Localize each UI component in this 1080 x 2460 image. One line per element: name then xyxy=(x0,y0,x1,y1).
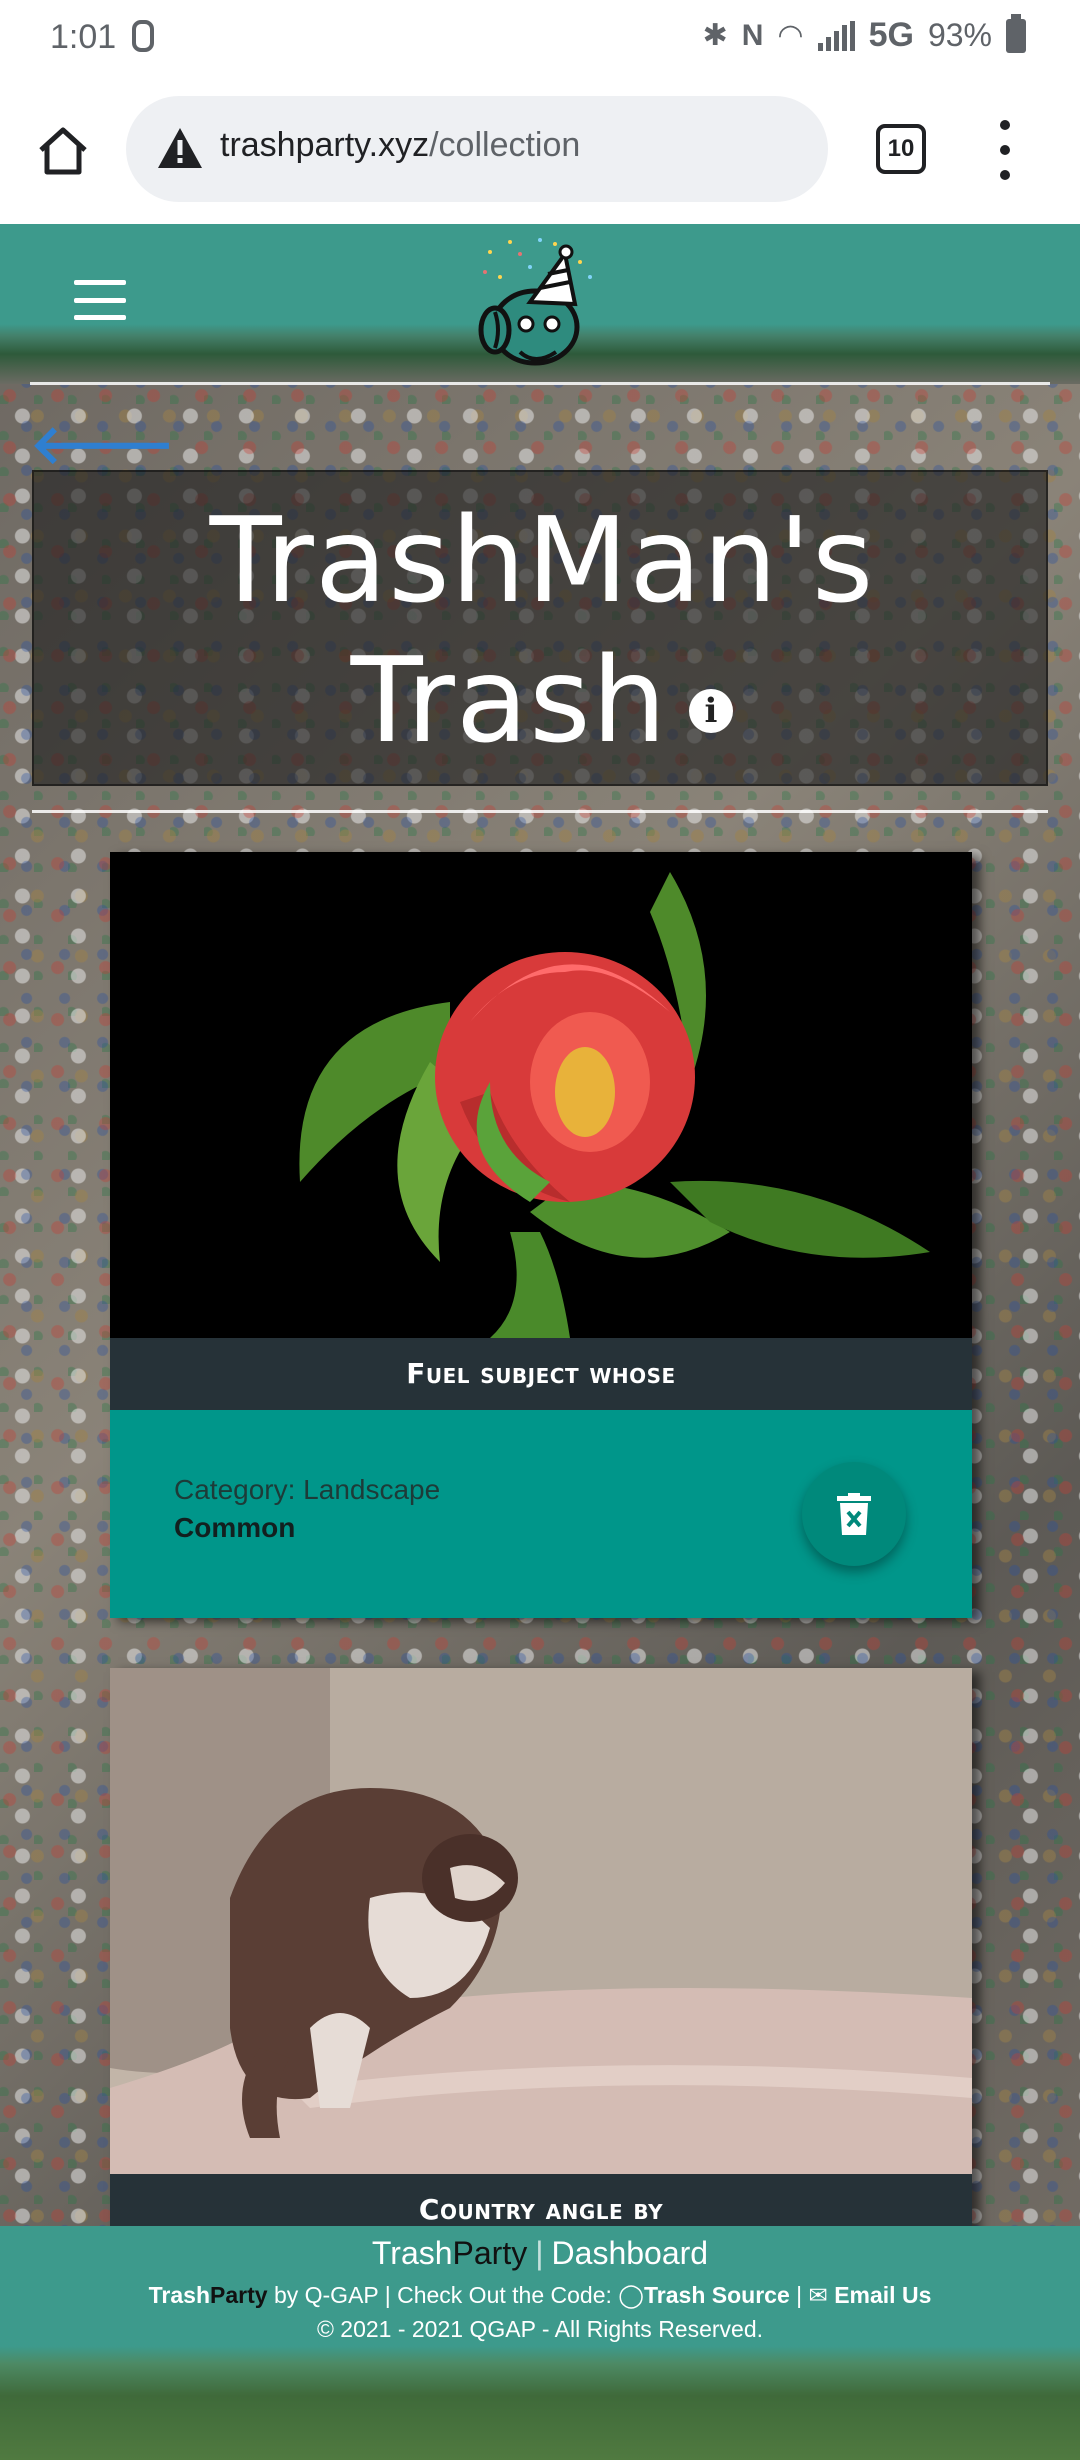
page-content: 🡐 TrashMan's Trash i Fuel subject whose … xyxy=(0,224,1080,2460)
footer-credits: TrashParty by Q-GAP | Check Out the Code… xyxy=(148,2282,932,2308)
footer-by-trash: Trash xyxy=(148,2282,211,2308)
card-image-flower[interactable] xyxy=(110,852,972,1338)
footer-copyright: © 2021 - 2021 QGAP - All Rights Reserved… xyxy=(316,2316,764,2342)
site-footer: TrashParty | Dashboard TrashParty by Q-GAP… xyxy=(0,2226,1080,2460)
home-button[interactable] xyxy=(30,118,96,184)
browser-toolbar: trashparty.xyz/collection 10 xyxy=(0,76,1080,224)
trash-card: Fuel subject whose Category: Landscape C… xyxy=(110,852,972,1618)
network-type: 5G xyxy=(868,16,914,54)
tab-switcher-button[interactable]: 10 xyxy=(876,124,926,174)
status-bar: 1:01 ✱ N ◠ 5G 93% xyxy=(0,0,1080,76)
battery-percent: 93% xyxy=(927,17,992,53)
footer-by-text: by Q-GAP | Check Out the Code: xyxy=(267,2282,619,2308)
trash-card: Country angle by xyxy=(110,1668,972,2246)
title-line-1: TrashMan's xyxy=(209,491,875,629)
status-icons: ✱ N ◠ 5G 93% xyxy=(702,13,1026,55)
wifi-icon: ◠ xyxy=(777,19,804,52)
title-divider xyxy=(32,810,1048,813)
status-time: 1:01 xyxy=(50,18,117,56)
footer-dashboard-link[interactable]: Dashboard xyxy=(552,2235,709,2271)
footer-brand-link[interactable]: TrashParty xyxy=(372,2235,527,2271)
url-host: trashparty.xyz xyxy=(220,126,430,164)
url-text[interactable]: trashparty.xyz/collection xyxy=(220,126,580,165)
home-icon xyxy=(39,127,87,175)
url-path: /collection xyxy=(429,126,581,164)
footer-brand-party: Party xyxy=(452,2235,528,2271)
address-bar[interactable]: trashparty.xyz/collection xyxy=(126,96,828,202)
card-details: Category: Landscape Common xyxy=(110,1410,972,1618)
browser-menu-button[interactable] xyxy=(990,120,1020,180)
envelope-icon: ✉ xyxy=(808,2282,828,2308)
trashparty-logo[interactable] xyxy=(460,232,610,382)
card-rarity: Common xyxy=(174,1512,296,1543)
hamburger-menu-icon[interactable] xyxy=(74,280,126,320)
page-title: TrashMan's Trash i xyxy=(34,490,1050,770)
card-caption: Fuel subject whose xyxy=(110,1338,972,1410)
footer-brand-trash: Trash xyxy=(371,2235,453,2271)
footer-source-link[interactable]: Trash Source xyxy=(644,2282,790,2308)
watch-icon xyxy=(132,20,154,52)
footer-by-party: Party xyxy=(210,2282,268,2308)
delete-button[interactable] xyxy=(802,1462,906,1566)
trash-delete-icon xyxy=(837,1493,871,1535)
nfc-icon: N xyxy=(741,18,764,52)
signal-icon xyxy=(817,20,855,51)
battery-icon xyxy=(1006,13,1026,53)
footer-links: TrashParty | Dashboard xyxy=(371,2235,709,2271)
footer-email-link[interactable]: Email Us xyxy=(834,2282,931,2308)
collection-title-box: TrashMan's Trash i xyxy=(32,470,1048,786)
github-icon: ◯ xyxy=(618,2282,645,2308)
header-divider xyxy=(30,382,1050,385)
card-image-cat[interactable] xyxy=(110,1668,972,2174)
back-arrow-icon[interactable]: 🡐 xyxy=(30,412,175,477)
card-category: Category: Landscape xyxy=(174,1474,441,1505)
site-header xyxy=(0,224,1080,385)
warning-icon[interactable] xyxy=(156,126,204,170)
info-icon[interactable]: i xyxy=(689,688,734,733)
bluetooth-icon: ✱ xyxy=(702,19,728,52)
title-line-2: Trash xyxy=(350,631,668,769)
